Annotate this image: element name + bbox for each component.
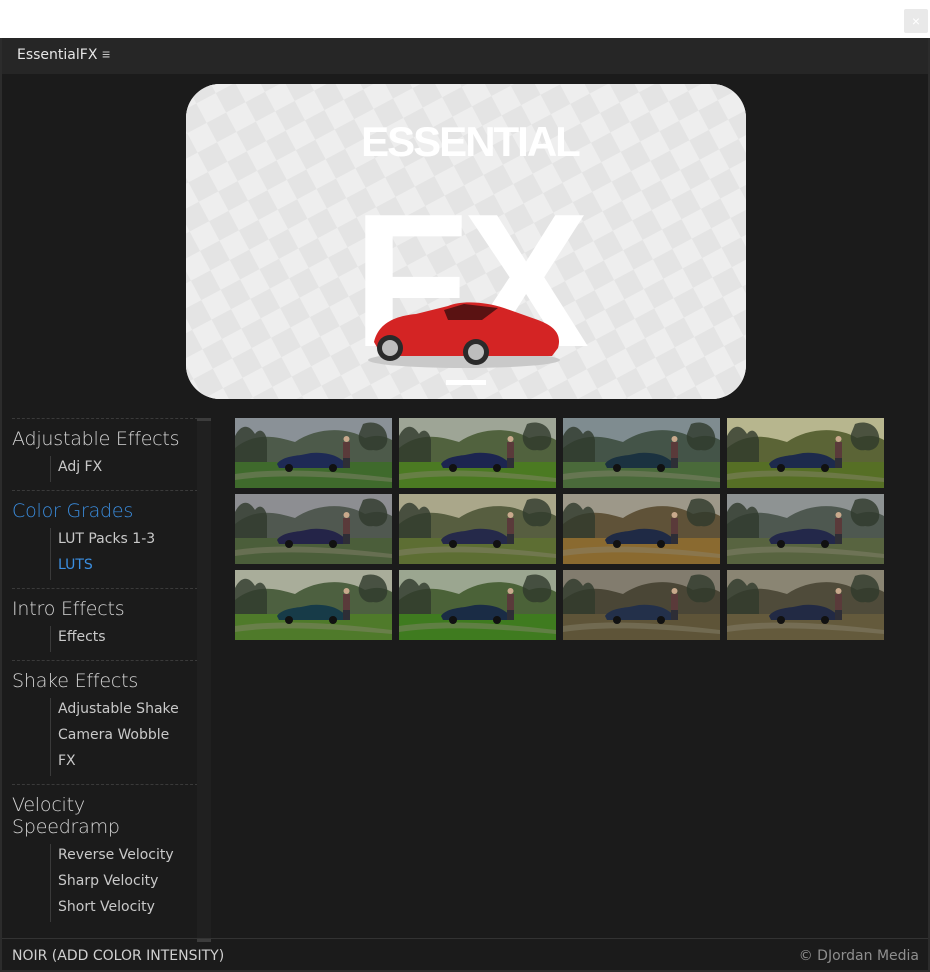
- lut-thumbnail[interactable]: [563, 494, 720, 564]
- status-footer: NOIR (ADD COLOR INTENSITY) © DJordan Med…: [2, 938, 928, 972]
- close-button[interactable]: ×: [904, 9, 928, 33]
- lut-thumbnail-image: [235, 570, 392, 640]
- hero-banner: ESSENTIAL FX: [186, 84, 746, 399]
- lut-thumbnail[interactable]: [727, 494, 884, 564]
- sidebar-group: Color Grades LUT Packs 1-3 LUTS: [12, 490, 198, 588]
- hamburger-menu-icon[interactable]: ≡: [102, 46, 110, 62]
- sidebar-group-title[interactable]: Shake Effects: [12, 670, 198, 692]
- lut-thumbnail-image: [727, 494, 884, 564]
- lut-thumbnail-image: [727, 418, 884, 488]
- sidebar-item[interactable]: LUTS: [50, 554, 198, 580]
- lut-thumbnail[interactable]: [399, 494, 556, 564]
- lut-thumbnail-image: [235, 494, 392, 564]
- lut-thumbnail-image: [563, 494, 720, 564]
- sidebar-group-items: Adjustable Shake Camera Wobble FX: [12, 698, 198, 776]
- lut-thumbnail[interactable]: [563, 418, 720, 488]
- sidebar-group: Intro Effects Effects: [12, 588, 198, 660]
- sidebar-item[interactable]: FX: [50, 750, 198, 776]
- scrollbar-top-cap: [197, 418, 211, 421]
- lut-thumbnail-image: [235, 418, 392, 488]
- essentialfx-panel: EssentialFX ≡ ESSENTIAL FX Adjustable Ef…: [0, 38, 930, 972]
- lut-thumbnail[interactable]: [399, 418, 556, 488]
- lut-thumbnail[interactable]: [727, 418, 884, 488]
- effects-sidebar: Adjustable Effects Adj FX Color Grades LUT …: [12, 418, 212, 938]
- panel-header: EssentialFX ≡: [2, 38, 928, 74]
- sidebar-item[interactable]: Reverse Velocity: [50, 844, 198, 870]
- sidebar-item[interactable]: LUT Packs 1-3: [50, 528, 198, 554]
- lut-thumbnail[interactable]: [235, 418, 392, 488]
- window-titlebar: ×: [0, 0, 930, 38]
- sidebar-group-items: LUT Packs 1-3 LUTS: [12, 528, 198, 580]
- sidebar-group-title[interactable]: Color Grades: [12, 500, 198, 522]
- sidebar-group-title[interactable]: Velocity Speedramp: [12, 794, 198, 838]
- lut-thumbnail-image: [727, 570, 884, 640]
- sidebar-group-title[interactable]: Intro Effects: [12, 598, 198, 620]
- sidebar-group: Velocity Speedramp Reverse Velocity Sharp …: [12, 784, 198, 930]
- lut-thumbnail-image: [563, 418, 720, 488]
- lut-thumbnail[interactable]: [727, 570, 884, 640]
- lut-thumbnail-image: [563, 570, 720, 640]
- sidebar-group-items: Adj FX: [12, 456, 198, 482]
- copyright-credit: © DJordan Media: [798, 948, 919, 964]
- sidebar-item[interactable]: Camera Wobble: [50, 724, 198, 750]
- lut-thumbnail-image: [399, 570, 556, 640]
- sidebar-item[interactable]: Effects: [50, 626, 198, 652]
- lut-thumbnail-grid: [235, 418, 890, 640]
- lut-thumbnail[interactable]: [399, 570, 556, 640]
- lut-thumbnail-image: [399, 494, 556, 564]
- selected-preset-label: NOIR (ADD COLOR INTENSITY): [12, 948, 225, 964]
- panel-title: EssentialFX: [17, 47, 98, 63]
- sidebar-item[interactable]: Adj FX: [50, 456, 198, 482]
- sidebar-item[interactable]: Short Velocity: [50, 896, 198, 922]
- sidebar-group: Adjustable Effects Adj FX: [12, 418, 198, 490]
- lut-thumbnail[interactable]: [235, 570, 392, 640]
- sidebar-scrollbar[interactable]: [197, 418, 211, 942]
- sidebar-group-items: Effects: [12, 626, 198, 652]
- lut-thumbnail[interactable]: [563, 570, 720, 640]
- lut-thumbnail[interactable]: [235, 494, 392, 564]
- sidebar-group-title[interactable]: Adjustable Effects: [12, 428, 198, 450]
- lut-thumbnail-image: [399, 418, 556, 488]
- hero-graphic: ESSENTIAL FX: [186, 84, 746, 399]
- sidebar-group: Shake Effects Adjustable Shake Camera Wobb…: [12, 660, 198, 784]
- sidebar-group-items: Reverse Velocity Sharp Velocity Short Velo…: [12, 844, 198, 922]
- sidebar-item[interactable]: Adjustable Shake: [50, 698, 198, 724]
- hero-wordmark-top: ESSENTIAL: [361, 118, 580, 165]
- sidebar-item[interactable]: Sharp Velocity: [50, 870, 198, 896]
